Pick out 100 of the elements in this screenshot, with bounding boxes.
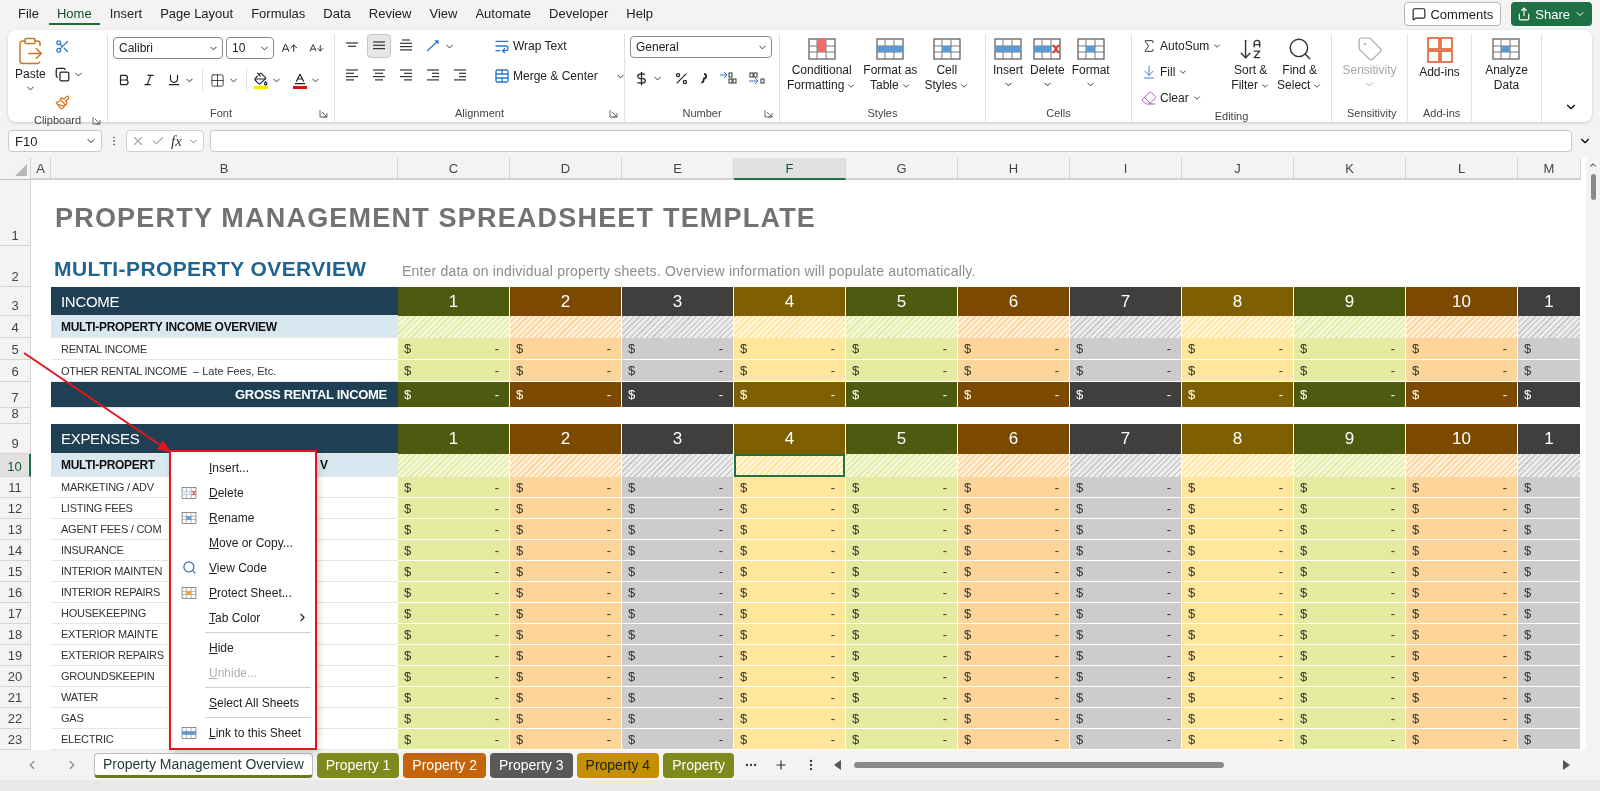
menu-item[interactable]: Tab Color xyxy=(171,605,315,630)
share-button[interactable]: Share xyxy=(1511,2,1592,26)
scroll-up-icon[interactable] xyxy=(1588,160,1598,170)
sheet-tab[interactable]: Property 2 xyxy=(403,752,486,778)
menu-tab[interactable]: Home xyxy=(48,3,100,25)
editing-button[interactable]: Clear xyxy=(1137,86,1227,110)
number-format-select[interactable]: General xyxy=(630,36,772,58)
column-header[interactable]: J xyxy=(1182,158,1294,180)
dialog-launcher-icon[interactable] xyxy=(92,115,101,125)
ribbon-button[interactable]: Add-ins xyxy=(1417,34,1462,82)
ribbon-button[interactable]: Analyze Data xyxy=(1483,34,1530,95)
row-header[interactable]: 12 xyxy=(0,498,31,519)
scrollbar-thumb[interactable] xyxy=(1590,174,1596,200)
cell-value: - xyxy=(1166,521,1171,537)
menu-tab[interactable]: File xyxy=(10,3,47,25)
vertical-align-button[interactable] xyxy=(367,34,391,58)
column-header[interactable]: A xyxy=(31,158,51,180)
insert-function-button[interactable]: fx xyxy=(171,132,182,150)
column-header[interactable]: E xyxy=(622,158,734,180)
row-header[interactable]: 15 xyxy=(0,561,31,582)
row-header[interactable]: 5 xyxy=(0,338,31,360)
column-header[interactable]: L xyxy=(1406,158,1518,180)
formula-input[interactable] xyxy=(209,130,1572,152)
ribbon-button[interactable]: Cell Styles xyxy=(922,34,972,95)
row-header[interactable]: 8 xyxy=(0,408,31,424)
menu-item[interactable]: Hide xyxy=(171,635,315,660)
row-header[interactable]: 14 xyxy=(0,540,31,561)
row-header[interactable]: 9 xyxy=(0,424,31,454)
dialog-launcher-icon[interactable] xyxy=(764,108,773,118)
ribbon-button[interactable]: Delete xyxy=(1028,34,1067,92)
sheet-tab[interactable]: Property xyxy=(663,752,735,778)
row-header[interactable]: 10 xyxy=(0,454,31,477)
ribbon-button[interactable]: Format as Table xyxy=(861,34,920,95)
row-header[interactable]: 19 xyxy=(0,645,31,666)
sheet-tab[interactable]: Property 3 xyxy=(489,752,573,778)
sheet-tab[interactable]: Property 4 xyxy=(576,752,660,778)
row-header[interactable]: 11 xyxy=(0,477,31,498)
row-header[interactable]: 16 xyxy=(0,582,31,603)
column-header[interactable]: G xyxy=(846,158,958,180)
row-header[interactable]: 3 xyxy=(0,287,31,316)
name-box[interactable]: F10 xyxy=(8,130,102,152)
row-header[interactable]: 17 xyxy=(0,603,31,624)
scroll-left-icon[interactable] xyxy=(834,760,843,770)
column-header[interactable]: K xyxy=(1294,158,1406,180)
menu-item[interactable]: Insert... xyxy=(171,455,315,480)
ribbon-button[interactable]: Format xyxy=(1069,34,1112,92)
scrollbar-thumb[interactable] xyxy=(854,762,1225,768)
row-header[interactable]: 1 xyxy=(0,180,31,246)
column-header[interactable]: F xyxy=(734,158,846,180)
row-header[interactable]: 2 xyxy=(0,246,31,287)
menu-tab[interactable]: Developer xyxy=(541,3,617,25)
column-header[interactable]: B xyxy=(51,158,398,180)
paste-button[interactable]: Paste xyxy=(13,34,48,96)
column-header[interactable]: C xyxy=(398,158,510,180)
comments-button[interactable]: Comments xyxy=(1404,2,1502,26)
menu-item[interactable]: Protect Sheet... xyxy=(171,580,315,605)
merge-center-button[interactable]: Merge & Center xyxy=(490,64,630,88)
menu-tab[interactable]: Formulas xyxy=(243,3,314,25)
sheet-tab[interactable]: Property 1 xyxy=(316,752,400,778)
menu-item[interactable]: Delete xyxy=(171,480,315,505)
scroll-right-icon[interactable] xyxy=(1562,760,1570,770)
row-header[interactable]: 23 xyxy=(0,729,31,750)
menu-item[interactable]: Link to this Sheet xyxy=(171,720,315,745)
ribbon-button[interactable]: Conditional Formatting xyxy=(785,34,859,95)
editing-button[interactable]: AutoSum xyxy=(1137,34,1227,58)
menu-tab[interactable]: Data xyxy=(315,3,359,25)
menu-tab[interactable]: View xyxy=(421,3,466,25)
dialog-launcher-icon[interactable] xyxy=(319,108,328,118)
row-header[interactable]: 7 xyxy=(0,382,31,408)
row-header[interactable]: 13 xyxy=(0,519,31,540)
selected-cell[interactable] xyxy=(734,454,846,477)
menu-tab[interactable]: Help xyxy=(618,3,662,25)
menu-tab[interactable]: Review xyxy=(360,3,420,25)
row-header[interactable]: 22 xyxy=(0,708,31,729)
menu-item[interactable]: Select All Sheets xyxy=(171,690,315,715)
column-header[interactable]: H xyxy=(958,158,1070,180)
row-header[interactable]: 6 xyxy=(0,360,31,382)
wrap-text-button[interactable]: Wrap Text xyxy=(490,34,630,58)
row-header[interactable]: 21 xyxy=(0,687,31,708)
ribbon-button[interactable]: Find & Select xyxy=(1275,34,1325,95)
column-header[interactable]: M xyxy=(1518,158,1581,180)
menu-tab[interactable]: Automate xyxy=(467,3,540,25)
menu-tab[interactable]: Page Layout xyxy=(152,3,242,25)
ribbon-button[interactable]: Sort & Filter xyxy=(1229,34,1273,95)
row-header[interactable]: 20 xyxy=(0,666,31,687)
menu-tab[interactable]: Insert xyxy=(101,3,151,25)
row-header[interactable]: 18 xyxy=(0,624,31,645)
column-header[interactable]: I xyxy=(1070,158,1182,180)
menu-item[interactable]: Rename xyxy=(171,505,315,530)
menu-item[interactable]: View Code xyxy=(171,555,315,580)
editing-button[interactable]: Fill xyxy=(1137,60,1227,84)
ribbon-button[interactable]: Insert xyxy=(991,34,1025,92)
font-select[interactable]: Calibri xyxy=(113,37,223,59)
column-header[interactable]: D xyxy=(510,158,622,180)
sheet-tab[interactable]: Property Management Overview xyxy=(94,752,313,778)
dialog-launcher-icon[interactable] xyxy=(609,108,618,118)
caret-icon xyxy=(1191,93,1202,103)
font-size-select[interactable]: 10 xyxy=(226,37,274,59)
row-header[interactable]: 4 xyxy=(0,316,31,338)
menu-item[interactable]: Move or Copy... xyxy=(171,530,315,555)
